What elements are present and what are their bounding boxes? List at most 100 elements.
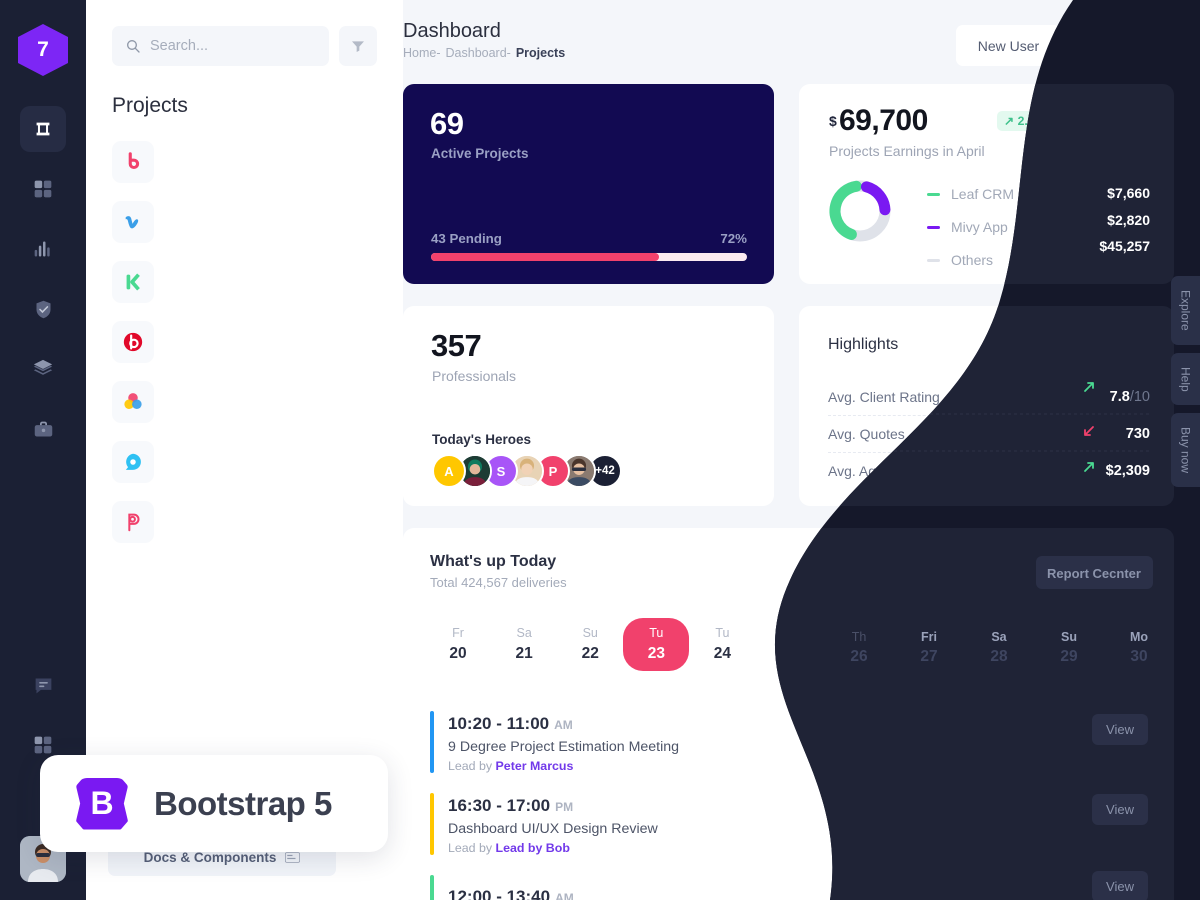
day-number: 25	[779, 645, 798, 662]
day-number: 26	[845, 645, 864, 662]
view-button[interactable]: View	[1093, 804, 1149, 837]
list-item[interactable]	[112, 252, 377, 312]
event-info: 12:00 - 13:40AMMarketing Campaign Discus…	[448, 887, 651, 900]
bootstrap-logo-icon: B	[76, 777, 128, 830]
table-row: Avg. Client Rating 7.8/10	[828, 378, 1150, 415]
sidebar-item-security[interactable]	[20, 286, 66, 332]
list-item[interactable]	[112, 432, 377, 492]
day-number: 22	[581, 645, 599, 662]
calendar-day[interactable]: Sa 21	[491, 618, 557, 671]
events-list: 10:20 - 11:00 AM 9 Degree Project Estimati…	[430, 702, 1149, 900]
day-number: 20	[449, 645, 467, 662]
report-center-button[interactable]: Report Cecnter	[1025, 556, 1149, 589]
view-button[interactable]: View	[1093, 886, 1149, 900]
promo-badge[interactable]: B Bootstrap 5	[40, 755, 388, 852]
highlight-value: 7.8/10	[1089, 389, 1150, 405]
event-time-row: 16:30 - 17:00 PM	[448, 796, 658, 816]
earnings-donut-chart	[827, 178, 893, 249]
earnings-legend: Leaf CRM Mivy App Others	[927, 186, 1014, 268]
earnings-amounts: $7,660 $2,820 $45,257	[1099, 186, 1150, 268]
disqus-logo	[112, 441, 154, 483]
list-item[interactable]	[112, 192, 377, 252]
sidebar-item-layers[interactable]	[20, 346, 66, 392]
breadcrumb-item[interactable]: Dashboard-	[446, 46, 511, 60]
calendar-day[interactable]: We 25	[755, 618, 821, 671]
side-tab-explore[interactable]: Explore	[1171, 276, 1200, 345]
highlight-value: $2,309	[1085, 463, 1150, 479]
active-projects-card: 69 Active Projects 43 Pending 72%	[403, 84, 774, 284]
breadcrumb-item[interactable]: Home-	[403, 46, 441, 60]
highlight-label: Avg. Agent Earnings	[828, 463, 955, 479]
app-logo-text: 7	[37, 38, 49, 61]
whats-up-subtitle: Total 424,567 deliveries	[430, 575, 567, 590]
beats-logo	[112, 321, 154, 363]
page-header: Dashboard Home- Dashboard- Projects New Us…	[403, 0, 1200, 76]
highlights-card: Highlights Avg. Client Rating 7.8/10 Avg. …	[799, 306, 1174, 506]
list-item[interactable]	[112, 492, 377, 552]
breadcrumb-item[interactable]: Projects	[516, 46, 565, 60]
legend-item: Leaf CRM	[927, 186, 1014, 202]
calendar-day[interactable]: Su 22	[557, 618, 623, 671]
event-accent-bar	[430, 711, 434, 773]
pending-label: 43 Pending	[431, 231, 502, 246]
kickstarter-logo	[112, 261, 154, 303]
search-icon	[127, 40, 140, 53]
side-tab-buy-now[interactable]: Buy now	[1171, 413, 1200, 488]
list-item[interactable]	[112, 372, 377, 432]
whats-up-title: What's up Today	[430, 553, 557, 570]
sidebar-item-grid[interactable]	[20, 166, 66, 212]
keyboard-icon	[285, 851, 301, 863]
calendar-day[interactable]: Th 26	[822, 618, 888, 671]
sidebar-item-briefcase[interactable]	[20, 406, 66, 452]
day-number: 28	[978, 645, 996, 662]
new-user-button[interactable]: New User	[955, 25, 1062, 66]
calendar-day[interactable]: Fri 27	[888, 618, 954, 671]
calendar-day[interactable]: Sa 28	[954, 618, 1020, 671]
event-lead-name[interactable]: Peter Marcus	[496, 759, 574, 773]
sidebar-nav	[20, 106, 66, 452]
arrow-up-right-icon	[1086, 466, 1096, 476]
app-logo-badge[interactable]: 7	[18, 24, 68, 76]
list-item[interactable]	[112, 312, 377, 372]
sidebar-item-chat[interactable]	[20, 662, 66, 708]
calendar-day[interactable]: Tu 24	[689, 618, 755, 671]
calendar-day[interactable]: Su 29	[1020, 618, 1086, 671]
earnings-card: $ 69,700 ↗ 2.2% Projects Earnings in Apr…	[799, 84, 1174, 284]
event-lead: Lead by Lead by Bob	[448, 840, 570, 855]
day-strip: Fr 20 Sa 21 Su 22 Tu 23 Tu 24 We 25 Th 26 Fri 27 Sa 28 Su 2…	[425, 618, 1152, 671]
day-number: 21	[515, 645, 533, 662]
search-placeholder: Search...	[150, 38, 209, 54]
projects-list	[86, 118, 403, 552]
event-row: 16:30 - 17:00 PM Dashboard UI/UX Design Re…	[430, 784, 1149, 866]
earnings-amount: 69,700	[839, 104, 928, 137]
calendar-day[interactable]: Fr 20	[425, 618, 491, 671]
bootstrap-logo-letter: B	[90, 785, 114, 821]
search-input[interactable]: Search...	[112, 26, 329, 66]
side-tab-help[interactable]: Help	[1171, 352, 1200, 406]
sidebar-bottom-nav	[20, 662, 66, 768]
sidebar-item-box[interactable]	[20, 106, 66, 152]
calendar-day[interactable]: Tu 23	[623, 618, 690, 671]
avatar[interactable]: A	[432, 454, 466, 488]
highlight-label: Avg. Quotes	[828, 426, 905, 442]
new-goal-button[interactable]: New Goal	[1069, 25, 1175, 66]
arrow-down-left-icon	[1106, 429, 1117, 439]
event-lead-name[interactable]: Lead by Bob	[496, 841, 570, 855]
arrow-up-right-icon	[1090, 391, 1100, 402]
event-info: 10:20 - 11:00 AM 9 Degree Project Estimati…	[448, 714, 679, 773]
day-of-week: Su	[582, 626, 598, 640]
highlight-value: 730	[1105, 426, 1150, 442]
highlight-number: 730	[1125, 426, 1150, 442]
filter-button[interactable]	[339, 26, 377, 66]
highlight-denominator: /10	[1129, 388, 1150, 405]
header-actions: New User New Goal	[955, 25, 1175, 66]
calendar-day[interactable]: Mo 30	[1086, 618, 1152, 671]
event-time-row: 12:00 - 13:40 AM	[448, 887, 651, 900]
event-time: 12:00 - 13:40	[448, 886, 551, 900]
event-accent-bar	[430, 875, 434, 900]
view-button[interactable]: View	[1093, 722, 1149, 755]
page-title: Dashboard	[403, 20, 501, 42]
list-item[interactable]	[112, 132, 377, 192]
sidebar-item-chart[interactable]	[20, 226, 66, 272]
table-row: Avg. Agent Earnings $2,309	[828, 452, 1150, 489]
